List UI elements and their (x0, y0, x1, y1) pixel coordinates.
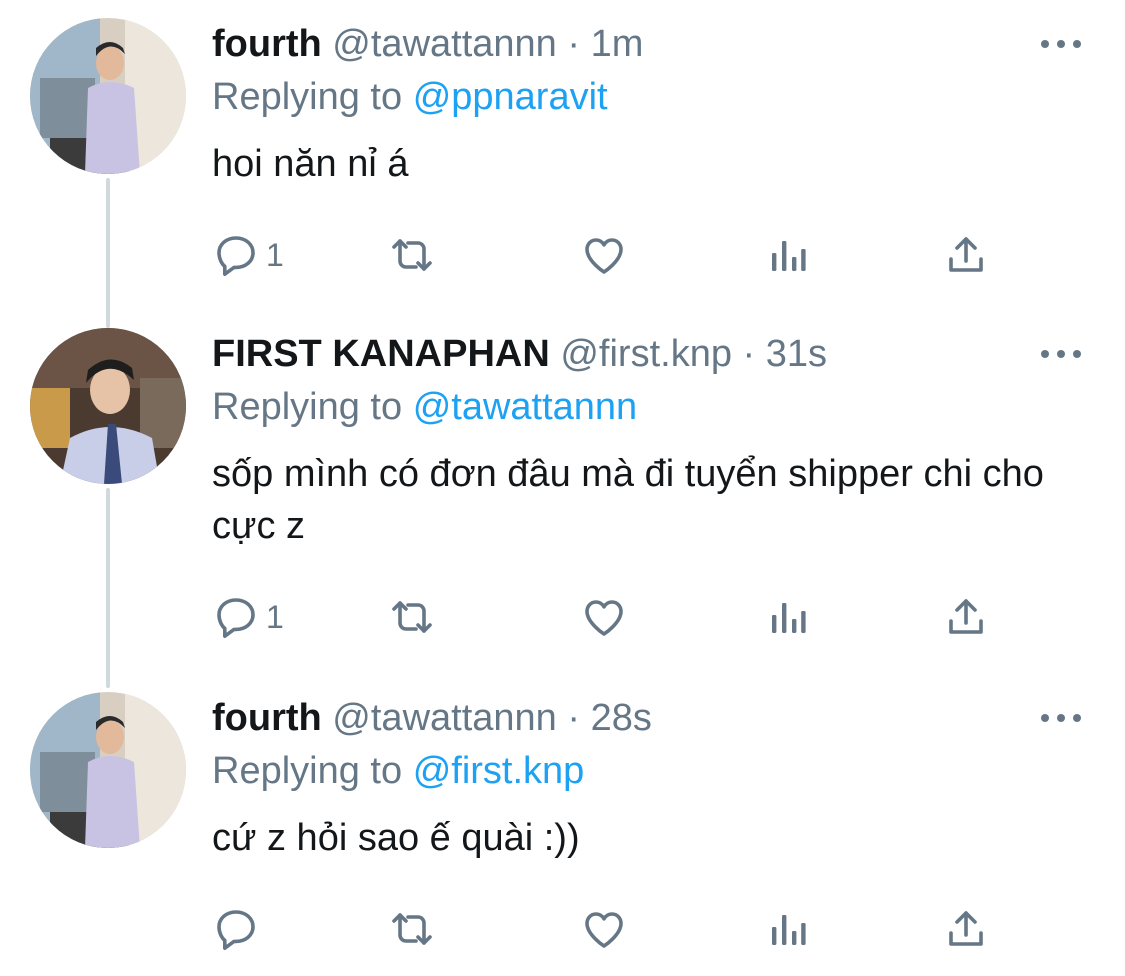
tweet-text: hoi năn nỉ á (212, 143, 409, 185)
retweet-icon (388, 905, 436, 953)
reply-button[interactable]: 1 (212, 592, 284, 642)
reply-icon (212, 231, 260, 279)
timestamp[interactable]: 28s (591, 697, 652, 739)
avatar[interactable] (30, 328, 186, 484)
share-icon (942, 593, 990, 641)
analytics-button[interactable] (764, 230, 812, 280)
thread-line (106, 488, 110, 688)
author-handle[interactable]: @tawattannn (332, 23, 557, 65)
reply-icon (212, 905, 260, 953)
thread-line (106, 178, 110, 328)
more-icon[interactable] (1041, 710, 1081, 726)
tweet-header: fourth @tawattannn · 28s (212, 696, 652, 740)
replying-to: Replying to @tawattannn (212, 384, 637, 430)
reply-button[interactable]: 1 (212, 230, 284, 280)
mention-link[interactable]: @tawattannn (413, 386, 638, 428)
analytics-button[interactable] (764, 592, 812, 642)
author-handle[interactable]: @first.knp (560, 333, 732, 375)
retweet-button[interactable] (388, 592, 436, 642)
replying-to-label: Replying to (212, 386, 403, 428)
replying-to: Replying to @ppnaravit (212, 74, 608, 120)
analytics-icon (764, 231, 812, 279)
reply-icon (212, 593, 260, 641)
reply-button[interactable] (212, 904, 266, 954)
share-icon (942, 231, 990, 279)
like-button[interactable] (580, 592, 628, 642)
avatar[interactable] (30, 18, 186, 174)
author-name[interactable]: FIRST KANAPHAN (212, 333, 550, 375)
replying-to-label: Replying to (212, 76, 403, 118)
separator: · (742, 333, 756, 375)
like-button[interactable] (580, 230, 628, 280)
action-bar (212, 904, 1012, 954)
reply-count: 1 (266, 236, 284, 273)
like-icon (580, 231, 628, 279)
retweet-icon (388, 593, 436, 641)
tweet-header: fourth @tawattannn · 1m (212, 22, 643, 66)
timestamp[interactable]: 1m (591, 23, 644, 65)
analytics-icon (764, 593, 812, 641)
like-icon (580, 905, 628, 953)
action-bar: 1 (212, 592, 1012, 642)
author-name[interactable]: fourth (212, 23, 322, 65)
more-icon[interactable] (1041, 346, 1081, 362)
analytics-button[interactable] (764, 904, 812, 954)
share-button[interactable] (942, 592, 990, 642)
avatar[interactable] (30, 692, 186, 848)
replying-to: Replying to @first.knp (212, 748, 584, 794)
retweet-icon (388, 231, 436, 279)
more-icon[interactable] (1041, 36, 1081, 52)
separator: · (567, 23, 581, 65)
reply-count: 1 (266, 598, 284, 635)
tweet-header: FIRST KANAPHAN @first.knp · 31s (212, 332, 827, 376)
author-handle[interactable]: @tawattannn (332, 697, 557, 739)
tweet-text: cứ z hỏi sao ế quài :)) (212, 817, 580, 859)
retweet-button[interactable] (388, 230, 436, 280)
share-icon (942, 905, 990, 953)
like-button[interactable] (580, 904, 628, 954)
share-button[interactable] (942, 230, 990, 280)
mention-link[interactable]: @first.knp (413, 750, 585, 792)
replying-to-label: Replying to (212, 750, 403, 792)
retweet-button[interactable] (388, 904, 436, 954)
timestamp[interactable]: 31s (766, 333, 827, 375)
separator: · (567, 697, 581, 739)
share-button[interactable] (942, 904, 990, 954)
like-icon (580, 593, 628, 641)
tweet-text: sốp mình có đơn đâu mà đi tuyển shipper … (212, 453, 1044, 547)
mention-link[interactable]: @ppnaravit (413, 76, 608, 118)
author-name[interactable]: fourth (212, 697, 322, 739)
action-bar: 1 (212, 230, 1012, 280)
analytics-icon (764, 905, 812, 953)
